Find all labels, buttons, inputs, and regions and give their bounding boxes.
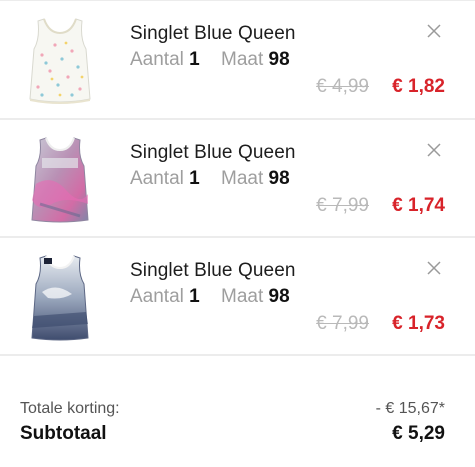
size-value: 98: [268, 168, 290, 189]
size-label: Maat: [221, 168, 264, 189]
close-icon[interactable]: [426, 142, 442, 158]
quantity-value: 1: [189, 286, 200, 307]
cart-item: Singlet Blue Queen Aantal 1 Maat 98 € 4,…: [0, 0, 475, 120]
quantity-label: Aantal: [130, 168, 184, 189]
subtotal-row: Subtotaal € 5,29: [20, 423, 445, 445]
discount-row: Totale korting: - € 15,67*: [20, 400, 445, 418]
size-value: 98: [268, 286, 290, 307]
discount-label: Totale korting:: [20, 400, 120, 417]
product-image[interactable]: [22, 134, 98, 224]
size-label: Maat: [221, 49, 264, 70]
quantity-value: 1: [189, 168, 200, 189]
discount-value: - € 15,67*: [375, 400, 445, 417]
sale-price: € 1,74: [392, 195, 445, 216]
quantity-value: 1: [189, 49, 200, 70]
sale-price: € 1,73: [392, 313, 445, 334]
product-meta: Aantal 1 Maat 98: [130, 168, 290, 190]
product-title[interactable]: Singlet Blue Queen: [130, 23, 296, 45]
cart-item: Singlet Blue Queen Aantal 1 Maat 98 € 7,…: [0, 238, 475, 356]
size-value: 98: [268, 49, 290, 70]
product-title[interactable]: Singlet Blue Queen: [130, 260, 296, 282]
subtotal-label: Subtotaal: [20, 423, 107, 444]
product-meta: Aantal 1 Maat 98: [130, 286, 290, 308]
close-icon[interactable]: [426, 23, 442, 39]
quantity-label: Aantal: [130, 49, 184, 70]
original-price: € 4,99: [316, 76, 369, 97]
original-price: € 7,99: [316, 313, 369, 334]
cart-list: Singlet Blue Queen Aantal 1 Maat 98 € 4,…: [0, 0, 475, 356]
sale-price: € 1,82: [392, 76, 445, 97]
product-title[interactable]: Singlet Blue Queen: [130, 142, 296, 164]
quantity-label: Aantal: [130, 286, 184, 307]
product-image[interactable]: [22, 15, 98, 105]
product-image[interactable]: [22, 252, 98, 342]
close-icon[interactable]: [426, 260, 442, 276]
cart-item: Singlet Blue Queen Aantal 1 Maat 98 € 7,…: [0, 120, 475, 238]
product-meta: Aantal 1 Maat 98: [130, 49, 290, 71]
original-price: € 7,99: [316, 195, 369, 216]
subtotal-value: € 5,29: [392, 423, 445, 444]
size-label: Maat: [221, 286, 264, 307]
